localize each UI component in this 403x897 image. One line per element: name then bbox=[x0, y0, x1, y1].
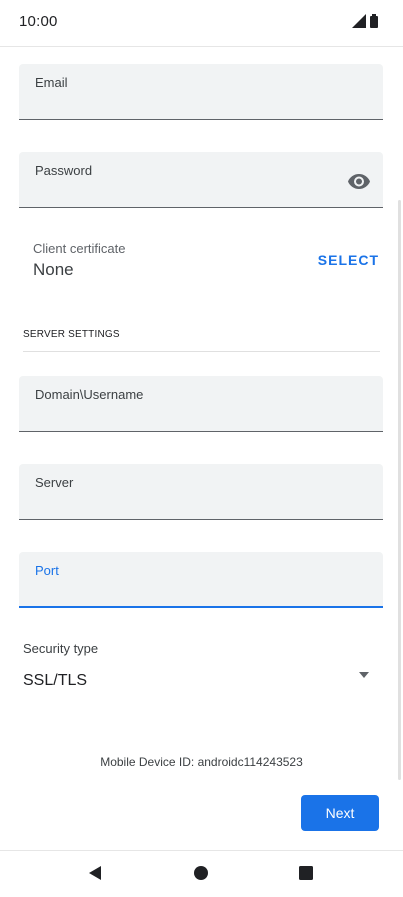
home-icon[interactable] bbox=[193, 865, 209, 881]
status-icons bbox=[352, 14, 378, 28]
security-type-value[interactable]: SSL/TLS bbox=[23, 672, 87, 690]
domain-username-input[interactable] bbox=[35, 401, 367, 425]
section-divider bbox=[23, 351, 380, 352]
next-button[interactable]: Next bbox=[301, 795, 379, 831]
password-field[interactable]: Password bbox=[19, 152, 383, 208]
email-label: Email bbox=[35, 75, 68, 90]
recent-apps-icon[interactable] bbox=[298, 865, 314, 881]
email-field[interactable]: Email bbox=[19, 64, 383, 120]
domain-username-label: Domain\Username bbox=[35, 387, 144, 402]
email-input[interactable] bbox=[35, 89, 367, 113]
port-input[interactable] bbox=[35, 576, 367, 600]
select-certificate-button[interactable]: SELECT bbox=[318, 252, 379, 268]
signal-icon bbox=[352, 14, 366, 28]
client-certificate-value: None bbox=[33, 260, 74, 279]
eye-icon[interactable] bbox=[347, 169, 371, 193]
server-input[interactable] bbox=[35, 489, 367, 513]
battery-icon bbox=[370, 14, 378, 28]
server-field[interactable]: Server bbox=[19, 464, 383, 520]
password-label: Password bbox=[35, 163, 93, 178]
status-time: 10:00 bbox=[19, 13, 58, 30]
security-type-label: Security type bbox=[23, 641, 99, 656]
domain-username-field[interactable]: Domain\Username bbox=[19, 376, 383, 432]
status-bar: 10:00 bbox=[0, 0, 403, 47]
device-id-text: Mobile Device ID: androidc114243523 bbox=[100, 755, 303, 769]
password-input[interactable] bbox=[35, 177, 335, 201]
dropdown-arrow-icon[interactable] bbox=[359, 672, 369, 678]
port-field[interactable]: Port bbox=[19, 552, 383, 608]
server-settings-header: SERVER SETTINGS bbox=[23, 329, 120, 340]
server-label: Server bbox=[35, 475, 74, 490]
scrollbar[interactable] bbox=[398, 200, 401, 780]
back-icon[interactable] bbox=[87, 865, 103, 881]
client-certificate-label: Client certificate bbox=[33, 241, 126, 256]
navigation-bar bbox=[0, 850, 403, 897]
